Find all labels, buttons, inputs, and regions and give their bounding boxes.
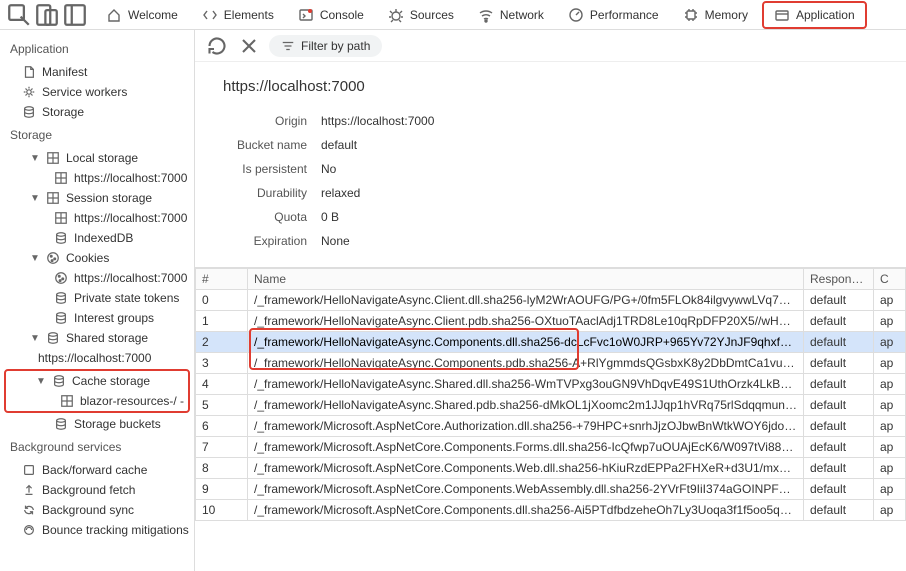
cache-detail-panel: https://localhost:7000 Originhttps://loc… — [195, 62, 906, 268]
table-row[interactable]: 3/_framework/HelloNavigateAsync.Componen… — [196, 353, 906, 374]
table-row[interactable]: 8/_framework/Microsoft.AspNetCore.Compon… — [196, 458, 906, 479]
tabs-bar: WelcomeElementsConsoleSourcesNetworkPerf… — [96, 1, 867, 29]
sidebar-item-background-fetch[interactable]: Background fetch — [0, 480, 194, 500]
tab-sources[interactable]: Sources — [378, 1, 464, 29]
tree-cookies[interactable]: ▼Cookies — [0, 248, 194, 268]
filter-input[interactable]: Filter by path — [269, 35, 382, 57]
table-header[interactable]: C — [874, 269, 906, 290]
sidebar-section-application: Application — [0, 36, 194, 62]
sidebar-section-storage: Storage — [0, 122, 194, 148]
tree-local-storage[interactable]: ▼Local storage — [0, 148, 194, 168]
table-row[interactable]: 9/_framework/Microsoft.AspNetCore.Compon… — [196, 479, 906, 500]
tree-cache-storage[interactable]: ▼Cache storage — [6, 371, 188, 391]
tab-elements[interactable]: Elements — [192, 1, 284, 29]
tree-child[interactable]: https://localhost:7000 — [0, 268, 194, 288]
dock-icon[interactable] — [62, 2, 88, 28]
tree-indexeddb[interactable]: IndexedDB — [0, 228, 194, 248]
cache-entries-table-wrap: #NameResponse...C 0/_framework/HelloNavi… — [195, 268, 906, 571]
tab-performance[interactable]: Performance — [558, 1, 669, 29]
detail-row: Quota0 B — [215, 205, 886, 229]
detail-title: https://localhost:7000 — [223, 78, 886, 95]
tree-shared-storage[interactable]: ▼Shared storage — [0, 328, 194, 348]
tree-interest-groups[interactable]: Interest groups — [0, 308, 194, 328]
filter-icon — [281, 39, 295, 53]
detail-row: Bucket namedefault — [215, 133, 886, 157]
table-row[interactable]: 5/_framework/HelloNavigateAsync.Shared.p… — [196, 395, 906, 416]
sidebar-item-bounce-tracking-mitigations[interactable]: Bounce tracking mitigations — [0, 520, 194, 540]
tree-cache-child[interactable]: blazor-resources-/ - https — [6, 391, 188, 411]
tab-application[interactable]: Application — [762, 1, 867, 29]
table-row[interactable]: 0/_framework/HelloNavigateAsync.Client.d… — [196, 290, 906, 311]
content-toolbar: Filter by path — [195, 30, 906, 62]
table-row[interactable]: 6/_framework/Microsoft.AspNetCore.Author… — [196, 416, 906, 437]
refresh-button[interactable] — [205, 34, 229, 58]
cache-entries-table: #NameResponse...C 0/_framework/HelloNavi… — [195, 268, 906, 521]
tree-storage-buckets[interactable]: Storage buckets — [0, 414, 194, 434]
tree-child[interactable]: https://localhost:7000 — [0, 348, 194, 368]
tab-network[interactable]: Network — [468, 1, 554, 29]
devtools-topbar: WelcomeElementsConsoleSourcesNetworkPerf… — [0, 0, 906, 30]
clear-button[interactable] — [237, 34, 261, 58]
table-row[interactable]: 7/_framework/Microsoft.AspNetCore.Compon… — [196, 437, 906, 458]
tab-memory[interactable]: Memory — [673, 1, 758, 29]
tab-welcome[interactable]: Welcome — [96, 1, 188, 29]
tab-console[interactable]: Console — [288, 1, 374, 29]
tree-private-state-tokens[interactable]: Private state tokens — [0, 288, 194, 308]
table-row[interactable]: 4/_framework/HelloNavigateAsync.Shared.d… — [196, 374, 906, 395]
table-row[interactable]: 2/_framework/HelloNavigateAsync.Componen… — [196, 332, 906, 353]
inspect-icon[interactable] — [6, 2, 32, 28]
sidebar-item-back-forward-cache[interactable]: Back/forward cache — [0, 460, 194, 480]
sidebar-item-service-workers[interactable]: Service workers — [0, 82, 194, 102]
detail-row: Durabilityrelaxed — [215, 181, 886, 205]
tree-session-storage[interactable]: ▼Session storage — [0, 188, 194, 208]
sidebar-item-storage[interactable]: Storage — [0, 102, 194, 122]
sidebar-item-manifest[interactable]: Manifest — [0, 62, 194, 82]
table-header[interactable]: Name — [248, 269, 804, 290]
detail-row: Originhttps://localhost:7000 — [215, 109, 886, 133]
tree-child[interactable]: https://localhost:7000 — [0, 208, 194, 228]
table-header[interactable]: # — [196, 269, 248, 290]
table-header[interactable]: Response... — [804, 269, 874, 290]
tree-child[interactable]: https://localhost:7000 — [0, 168, 194, 188]
detail-row: Is persistentNo — [215, 157, 886, 181]
application-sidebar: Application ManifestService workersStora… — [0, 30, 195, 571]
device-toggle-icon[interactable] — [34, 2, 60, 28]
sidebar-section-background: Background services — [0, 434, 194, 460]
table-row[interactable]: 10/_framework/Microsoft.AspNetCore.Compo… — [196, 500, 906, 521]
detail-row: ExpirationNone — [215, 229, 886, 253]
sidebar-item-background-sync[interactable]: Background sync — [0, 500, 194, 520]
table-row[interactable]: 1/_framework/HelloNavigateAsync.Client.p… — [196, 311, 906, 332]
